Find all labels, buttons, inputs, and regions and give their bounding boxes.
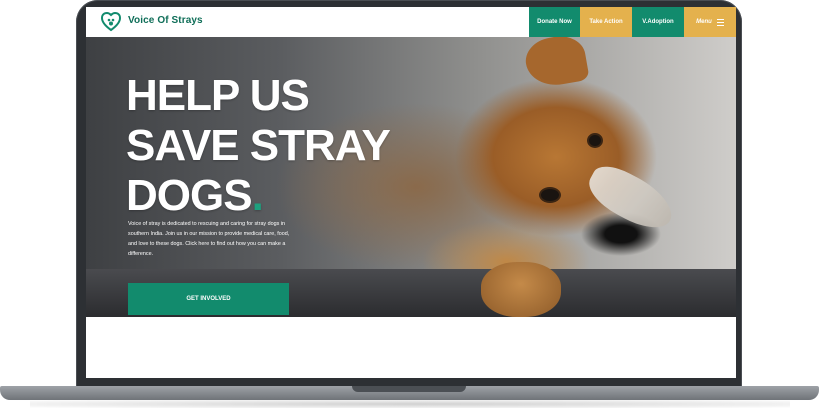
hero-title-line2: SAVE STRAY — [126, 121, 391, 170]
adoption-button[interactable]: V.Adoption — [632, 7, 684, 37]
hero-title-line3: DOGS — [126, 171, 253, 220]
hero-section: HELP US SAVE STRAY DOGS. Voice of stray … — [86, 37, 736, 317]
menu-button[interactable]: Menu — [684, 7, 736, 37]
hero-title-dot: . — [251, 171, 264, 220]
dog-eye-shape — [541, 189, 559, 201]
dog-ear-shape — [522, 37, 590, 90]
donate-now-button[interactable]: Donate Now — [529, 7, 580, 37]
hamburger-icon — [716, 18, 724, 26]
laptop-notch — [352, 386, 466, 392]
hero-title: HELP US SAVE STRAY DOGS. — [126, 71, 391, 221]
take-action-button[interactable]: Take Action — [580, 7, 632, 37]
site-header: Voice Of Strays Donate Now Take Action V… — [86, 7, 736, 37]
brand-name[interactable]: Voice Of Strays — [128, 15, 203, 26]
dog-muzzle-shape — [581, 158, 681, 238]
hero-description: Voice of stray is dedicated to rescuing … — [128, 221, 290, 257]
dog-eye-shape — [589, 135, 601, 146]
website-screen: Voice Of Strays Donate Now Take Action V… — [86, 7, 736, 378]
get-involved-button[interactable]: GET INVOLVED — [128, 283, 289, 315]
heart-paw-icon[interactable] — [100, 11, 122, 33]
dog-paw-shape — [481, 262, 561, 317]
laptop-shadow — [30, 400, 790, 408]
menu-label: Menu — [696, 19, 712, 25]
hero-title-line1: HELP US — [126, 71, 310, 120]
